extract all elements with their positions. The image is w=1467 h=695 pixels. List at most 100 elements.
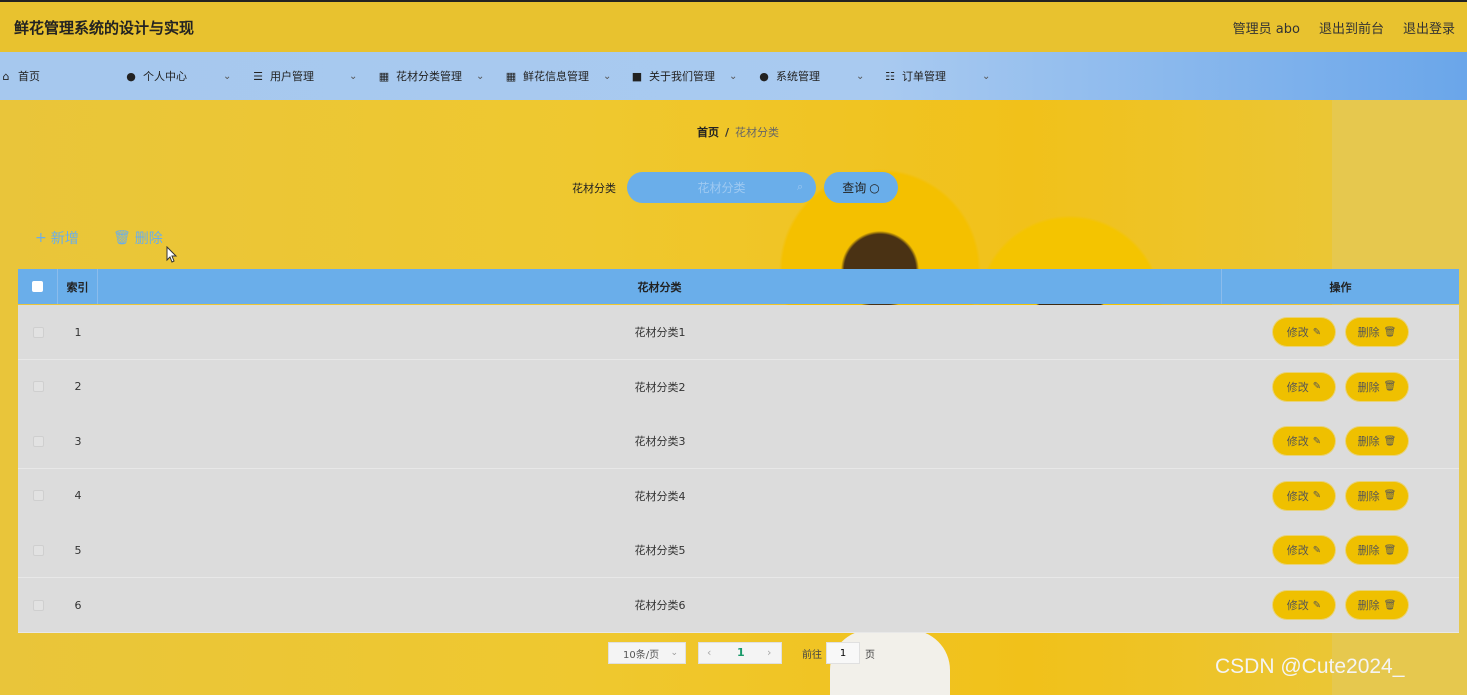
edit-button[interactable]: 修改 ✎ xyxy=(1273,481,1335,510)
mouse-cursor-icon xyxy=(166,246,178,263)
delete-button[interactable]: 删除 🗑 xyxy=(1346,318,1408,346)
edit-icon: ✎ xyxy=(1312,435,1322,447)
row-select-cell[interactable] xyxy=(18,469,58,523)
edit-button[interactable]: 修改 ✎ xyxy=(1273,427,1335,456)
trash-icon: 🗑 xyxy=(1383,599,1397,611)
nav-item-home[interactable]: ⌂ 首页 xyxy=(0,52,41,100)
row-category: 花材分类5 xyxy=(634,544,686,558)
nav-item-label: 首页 xyxy=(18,70,40,83)
row-checkbox[interactable] xyxy=(32,326,44,338)
nav-item-user-management[interactable]: ☰ 用户管理 ⌄ xyxy=(252,52,357,100)
row-index: 1 xyxy=(74,325,82,339)
nav-item-label: 订单管理 xyxy=(902,70,946,83)
chevron-down-icon: ⌄ xyxy=(670,648,678,658)
top-bar: 鲜花管理系统的设计与实现 管理员 abo 退出到前台 退出登录 xyxy=(0,0,1467,52)
edit-icon: ✎ xyxy=(1312,490,1322,502)
nav-item-label: 鲜花信息管理 xyxy=(523,70,589,83)
briefcase-icon: ■ xyxy=(631,69,643,83)
select-all-checkbox[interactable] xyxy=(32,281,43,292)
row-category: 花材分类3 xyxy=(634,435,686,449)
header-select-all[interactable] xyxy=(18,269,58,304)
table-row: 1 花材分类1 修改 ✎ 删除 🗑 xyxy=(18,305,1459,360)
header-category: 花材分类 xyxy=(98,269,1222,304)
row-select-cell[interactable] xyxy=(18,523,58,577)
search-input[interactable] xyxy=(627,172,816,203)
page-size-select[interactable]: 10条/页 ⌄ xyxy=(608,642,686,664)
edit-button[interactable]: 修改 ✎ xyxy=(1273,536,1335,565)
delete-button-label: 删除 xyxy=(1357,326,1380,339)
row-select-cell[interactable] xyxy=(18,578,58,632)
breadcrumb-home[interactable]: 首页 xyxy=(697,126,719,139)
trash-icon: 🗑 xyxy=(1383,435,1397,447)
search-button[interactable]: 查询 ○ xyxy=(824,172,898,203)
header-index: 索引 xyxy=(58,269,98,304)
next-page-button[interactable]: › xyxy=(767,646,771,659)
row-checkbox[interactable] xyxy=(32,490,44,502)
admin-user-link[interactable]: 管理员 abo xyxy=(1233,18,1300,37)
trash-icon: 🗑 xyxy=(1383,381,1397,393)
breadcrumb-current: 花材分类 xyxy=(735,126,780,139)
page-number-current[interactable]: 1 xyxy=(737,646,745,659)
delete-button[interactable]: 删除 🗑 xyxy=(1346,481,1408,510)
nav-item-label: 花材分类管理 xyxy=(396,70,462,83)
edit-button[interactable]: 修改 ✎ xyxy=(1273,372,1335,401)
edit-button[interactable]: 修改 ✎ xyxy=(1273,591,1335,619)
row-category: 花材分类4 xyxy=(634,489,686,503)
search-button-label: 查询 xyxy=(842,181,867,195)
delete-button-label: 删除 xyxy=(1357,544,1380,558)
delete-button[interactable]: 删除 🗑 xyxy=(1346,372,1408,401)
row-checkbox[interactable] xyxy=(32,599,44,611)
page-suffix: 页 xyxy=(865,650,875,661)
row-select-cell[interactable] xyxy=(18,360,58,414)
chevron-down-icon: ⌄ xyxy=(603,70,612,82)
main-nav: ⌂ 首页 ● 个人中心 ⌄ ☰ 用户管理 ⌄ ▦ 花材分类管理 ⌄ ▦ 鲜花信息… xyxy=(0,52,1467,100)
search-icon: ○ xyxy=(869,180,880,195)
prev-page-button[interactable]: ‹ xyxy=(707,646,711,659)
user-icon: ● xyxy=(126,69,136,83)
trash-icon: 🗑 xyxy=(113,230,131,246)
chevron-down-icon: ⌄ xyxy=(856,70,865,82)
nav-item-label: 个人中心 xyxy=(143,70,187,83)
row-checkbox[interactable] xyxy=(32,435,44,447)
to-front-link[interactable]: 退出到前台 xyxy=(1319,18,1384,37)
delete-button[interactable]: 删除 🗑 xyxy=(1346,591,1408,619)
row-category: 花材分类1 xyxy=(634,326,686,339)
chevron-down-icon: ⌄ xyxy=(476,70,485,82)
edit-button-label: 修改 xyxy=(1286,599,1309,612)
row-checkbox[interactable] xyxy=(32,381,44,393)
nav-item-label: 系统管理 xyxy=(776,70,820,83)
nav-item-system-management[interactable]: ● 系统管理 ⌄ xyxy=(758,52,868,100)
batch-delete-label: 删除 xyxy=(134,231,163,247)
table-row: 5 花材分类5 修改 ✎ 删除 🗑 xyxy=(18,523,1459,579)
table-row: 2 花材分类2 修改 ✎ 删除 🗑 xyxy=(18,359,1459,415)
delete-button[interactable]: 删除 🗑 xyxy=(1346,427,1408,456)
edit-icon: ✎ xyxy=(1312,326,1322,338)
delete-button-label: 删除 xyxy=(1357,489,1380,503)
row-index: 6 xyxy=(74,598,82,612)
add-button[interactable]: + 新增 xyxy=(35,228,79,248)
nav-item-personal-center[interactable]: ● 个人中心 ⌄ xyxy=(125,52,235,100)
delete-button[interactable]: 删除 🗑 xyxy=(1346,536,1408,565)
edit-icon: ✎ xyxy=(1312,544,1322,556)
nav-item-category-management[interactable]: ▦ 花材分类管理 ⌄ xyxy=(378,52,486,100)
chevron-down-icon: ⌄ xyxy=(349,70,358,82)
edit-button[interactable]: 修改 ✎ xyxy=(1273,318,1335,346)
delete-button-label: 删除 xyxy=(1357,599,1380,612)
row-index: 4 xyxy=(74,489,82,503)
nav-item-flower-info-management[interactable]: ▦ 鲜花信息管理 ⌄ xyxy=(505,52,615,100)
row-checkbox[interactable] xyxy=(32,544,44,556)
list-icon: ☰ xyxy=(253,69,263,83)
row-select-cell[interactable] xyxy=(18,414,58,468)
chevron-down-icon: ⌄ xyxy=(223,70,232,82)
batch-delete-button[interactable]: 🗑 删除 xyxy=(113,228,163,248)
app-title: 鲜花管理系统的设计与实现 xyxy=(14,19,195,37)
goto-page-input[interactable] xyxy=(826,642,860,664)
table-header: 索引 花材分类 操作 xyxy=(18,269,1459,304)
nav-item-order-management[interactable]: ☷ 订单管理 ⌄ xyxy=(884,52,994,100)
logout-link[interactable]: 退出登录 xyxy=(1403,18,1455,37)
nav-item-about-management[interactable]: ■ 关于我们管理 ⌄ xyxy=(631,52,741,100)
row-select-cell[interactable] xyxy=(18,305,58,359)
trash-icon: 🗑 xyxy=(1383,326,1397,338)
trash-icon: 🗑 xyxy=(1383,490,1397,502)
edit-icon: ✎ xyxy=(1312,599,1322,611)
